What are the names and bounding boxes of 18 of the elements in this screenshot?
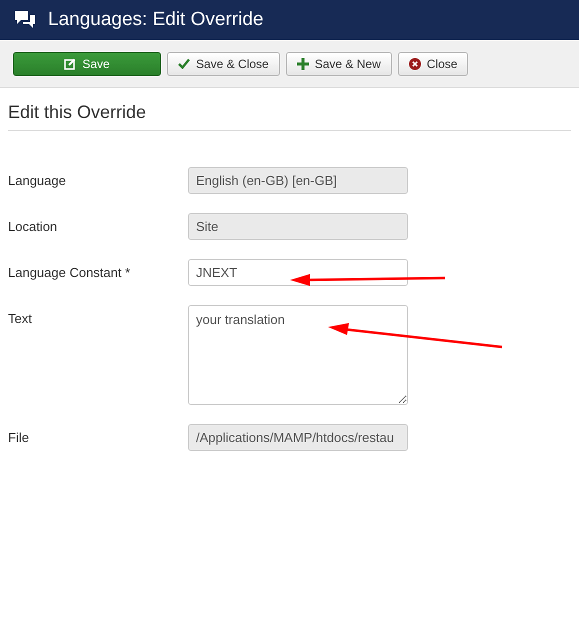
field-label: Language [8,172,67,188]
toolbar-button[interactable]: Save [13,52,161,76]
toolbar-button[interactable]: Save & Close [167,52,280,76]
toolbar-button[interactable]: Save & New [286,52,392,76]
section-heading: Edit this Override [8,88,571,131]
text-area[interactable]: your translation [188,305,408,405]
page-title: Languages: Edit Override [48,9,264,31]
field-label: Language Constant * [8,264,132,280]
toolbar-button[interactable]: Close [398,52,468,76]
edit-icon [64,58,76,70]
chat-bubbles-icon [14,10,36,30]
input-field[interactable]: JNEXT [188,259,408,286]
check-icon [178,58,190,69]
field-label: Text [8,310,33,326]
field-label: Location [8,218,58,234]
field-label: File [8,429,30,445]
plus-icon [296,58,309,70]
close-icon [408,58,421,70]
